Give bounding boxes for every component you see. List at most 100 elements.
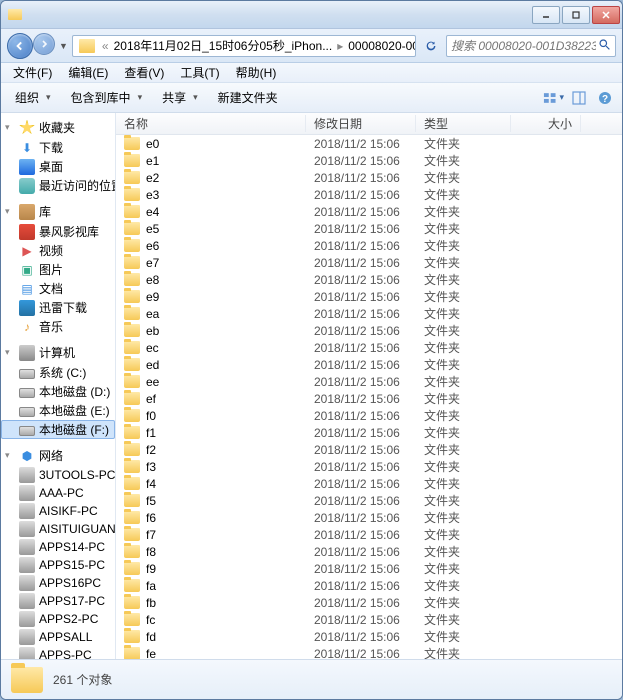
- folder-row[interactable]: fc2018/11/2 15:06文件夹: [116, 611, 622, 628]
- nav-network-pc[interactable]: APPSALL: [1, 628, 115, 646]
- menu-help[interactable]: 帮助(H): [228, 62, 285, 83]
- folder-row[interactable]: e02018/11/2 15:06文件夹: [116, 135, 622, 152]
- nav-downloads[interactable]: ⬇下载: [1, 138, 115, 157]
- folder-row[interactable]: ec2018/11/2 15:06文件夹: [116, 339, 622, 356]
- nav-drive-f[interactable]: 本地磁盘 (F:): [1, 420, 115, 439]
- maximize-button[interactable]: [562, 6, 590, 24]
- folder-row[interactable]: e52018/11/2 15:06文件夹: [116, 220, 622, 237]
- folder-row[interactable]: f62018/11/2 15:06文件夹: [116, 509, 622, 526]
- folder-row[interactable]: ed2018/11/2 15:06文件夹: [116, 356, 622, 373]
- nav-network-pc[interactable]: APPS17-PC: [1, 592, 115, 610]
- folder-row[interactable]: fb2018/11/2 15:06文件夹: [116, 594, 622, 611]
- menu-tools[interactable]: 工具(T): [172, 62, 227, 83]
- nav-videos[interactable]: ▶视频: [1, 241, 115, 260]
- nav-libraries[interactable]: 库: [1, 201, 115, 222]
- menu-view[interactable]: 查看(V): [116, 62, 172, 83]
- col-name[interactable]: 名称: [116, 115, 306, 132]
- address-box[interactable]: « 2018年11月02日_15时06分05秒_iPhon... ▸ 00008…: [72, 35, 416, 57]
- folder-row[interactable]: fa2018/11/2 15:06文件夹: [116, 577, 622, 594]
- folder-row[interactable]: e32018/11/2 15:06文件夹: [116, 186, 622, 203]
- organize-button[interactable]: 组织: [7, 86, 59, 109]
- nav-network-pc[interactable]: APPS-PC: [1, 646, 115, 659]
- folder-row[interactable]: e42018/11/2 15:06文件夹: [116, 203, 622, 220]
- search-icon[interactable]: [598, 38, 611, 54]
- folder-row[interactable]: f42018/11/2 15:06文件夹: [116, 475, 622, 492]
- nav-documents[interactable]: ▤文档: [1, 279, 115, 298]
- nav-desktop[interactable]: 桌面: [1, 157, 115, 176]
- navigation-pane[interactable]: 收藏夹 ⬇下载 桌面 最近访问的位置 库 暴风影视库 ▶视频 ▣图片 ▤文档 迅…: [1, 113, 116, 659]
- folder-row[interactable]: eb2018/11/2 15:06文件夹: [116, 322, 622, 339]
- folder-row[interactable]: f02018/11/2 15:06文件夹: [116, 407, 622, 424]
- refresh-button[interactable]: [420, 35, 442, 57]
- search-input[interactable]: [451, 39, 596, 53]
- nav-drive-e[interactable]: 本地磁盘 (E:): [1, 401, 115, 420]
- breadcrumb-item[interactable]: 2018年11月02日_15时06分05秒_iPhon...: [112, 37, 335, 54]
- search-box[interactable]: [446, 35, 616, 57]
- nav-xunlei[interactable]: 迅雷下载: [1, 298, 115, 317]
- menu-file[interactable]: 文件(F): [5, 62, 60, 83]
- nav-network-pc[interactable]: AISITUIGUANG: [1, 520, 115, 538]
- file-date: 2018/11/2 15:06: [314, 307, 424, 321]
- file-name: f2: [146, 443, 314, 457]
- nav-network-pc[interactable]: APPS14-PC: [1, 538, 115, 556]
- nav-drive-d[interactable]: 本地磁盘 (D:): [1, 382, 115, 401]
- nav-item-label: AISIKF-PC: [39, 504, 98, 518]
- folder-row[interactable]: fd2018/11/2 15:06文件夹: [116, 628, 622, 645]
- folder-row[interactable]: ea2018/11/2 15:06文件夹: [116, 305, 622, 322]
- history-dropdown[interactable]: ▼: [59, 41, 68, 51]
- include-in-library-button[interactable]: 包含到库中: [63, 86, 151, 109]
- nav-item-label: APPS16PC: [39, 576, 101, 590]
- nav-pictures[interactable]: ▣图片: [1, 260, 115, 279]
- nav-favorites[interactable]: 收藏夹: [1, 117, 115, 138]
- col-type[interactable]: 类型: [416, 115, 511, 132]
- nav-network[interactable]: ⬢网络: [1, 445, 115, 466]
- folder-row[interactable]: f82018/11/2 15:06文件夹: [116, 543, 622, 560]
- col-date[interactable]: 修改日期: [306, 115, 416, 132]
- folder-row[interactable]: f22018/11/2 15:06文件夹: [116, 441, 622, 458]
- address-bar: ▼ « 2018年11月02日_15时06分05秒_iPhon... ▸ 000…: [1, 29, 622, 63]
- help-button[interactable]: ?: [594, 87, 616, 109]
- close-button[interactable]: [592, 6, 620, 24]
- breadcrumb-item[interactable]: 00008020-001D38223A28002E: [346, 39, 416, 53]
- folder-row[interactable]: f32018/11/2 15:06文件夹: [116, 458, 622, 475]
- folder-row[interactable]: ef2018/11/2 15:06文件夹: [116, 390, 622, 407]
- folder-row[interactable]: f52018/11/2 15:06文件夹: [116, 492, 622, 509]
- nav-network-pc[interactable]: APPS2-PC: [1, 610, 115, 628]
- nav-network-pc[interactable]: APPS15-PC: [1, 556, 115, 574]
- nav-network-pc[interactable]: 3UTOOLS-PC: [1, 466, 115, 484]
- folder-row[interactable]: e92018/11/2 15:06文件夹: [116, 288, 622, 305]
- col-size[interactable]: 大小: [511, 115, 581, 132]
- folder-row[interactable]: e82018/11/2 15:06文件夹: [116, 271, 622, 288]
- nav-computer[interactable]: 计算机: [1, 342, 115, 363]
- toolbar: 组织 包含到库中 共享 新建文件夹 ▾ ?: [1, 83, 622, 113]
- nav-network-pc[interactable]: APPS16PC: [1, 574, 115, 592]
- preview-pane-button[interactable]: [568, 87, 590, 109]
- file-name: ef: [146, 392, 314, 406]
- nav-network-pc[interactable]: AISIKF-PC: [1, 502, 115, 520]
- share-button[interactable]: 共享: [154, 86, 206, 109]
- folder-row[interactable]: e22018/11/2 15:06文件夹: [116, 169, 622, 186]
- menu-edit[interactable]: 编辑(E): [60, 62, 116, 83]
- titlebar[interactable]: [1, 1, 622, 29]
- minimize-button[interactable]: [532, 6, 560, 24]
- folder-row[interactable]: fe2018/11/2 15:06文件夹: [116, 645, 622, 659]
- new-folder-button[interactable]: 新建文件夹: [210, 86, 286, 109]
- file-list[interactable]: e02018/11/2 15:06文件夹e12018/11/2 15:06文件夹…: [116, 135, 622, 659]
- folder-row[interactable]: e12018/11/2 15:06文件夹: [116, 152, 622, 169]
- folder-row[interactable]: f12018/11/2 15:06文件夹: [116, 424, 622, 441]
- folder-row[interactable]: e72018/11/2 15:06文件夹: [116, 254, 622, 271]
- nav-music[interactable]: ♪音乐: [1, 317, 115, 336]
- file-name: f6: [146, 511, 314, 525]
- nav-recent[interactable]: 最近访问的位置: [1, 176, 115, 195]
- nav-storm[interactable]: 暴风影视库: [1, 222, 115, 241]
- folder-row[interactable]: e62018/11/2 15:06文件夹: [116, 237, 622, 254]
- folder-row[interactable]: f92018/11/2 15:06文件夹: [116, 560, 622, 577]
- nav-network-pc[interactable]: AAA-PC: [1, 484, 115, 502]
- view-mode-button[interactable]: ▾: [542, 87, 564, 109]
- nav-drive-c[interactable]: 系统 (C:): [1, 363, 115, 382]
- pc-icon: [19, 593, 35, 609]
- folder-row[interactable]: f72018/11/2 15:06文件夹: [116, 526, 622, 543]
- back-button[interactable]: [7, 33, 33, 59]
- folder-row[interactable]: ee2018/11/2 15:06文件夹: [116, 373, 622, 390]
- forward-button[interactable]: [33, 33, 55, 55]
